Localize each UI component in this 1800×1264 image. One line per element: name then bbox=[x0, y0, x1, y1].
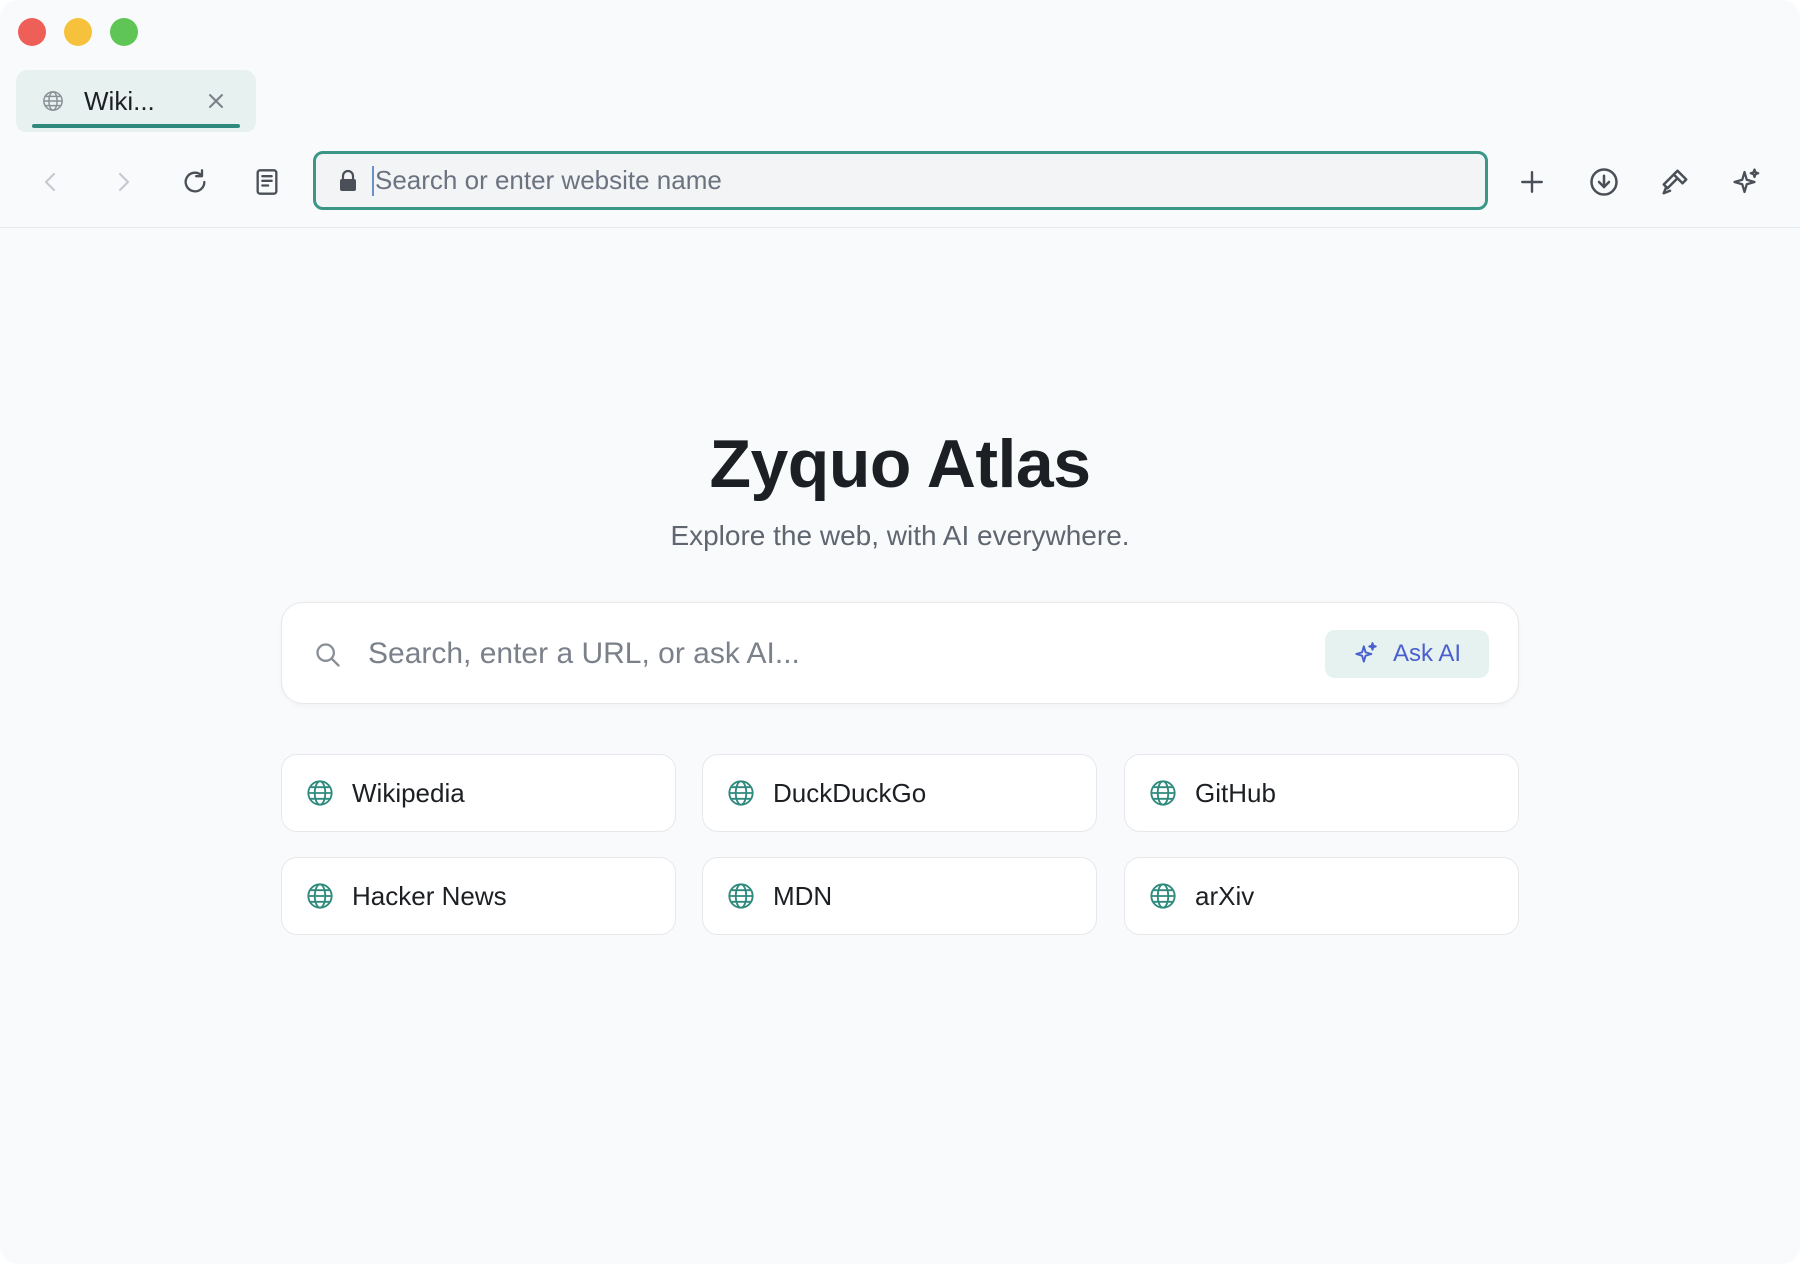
browser-window: Wiki... Search or enter website name Zyq… bbox=[0, 0, 1800, 1264]
quick-link-label: MDN bbox=[773, 880, 833, 911]
maximize-window-button[interactable] bbox=[110, 18, 138, 46]
back-button[interactable] bbox=[29, 160, 73, 204]
download-icon bbox=[1589, 167, 1619, 197]
quick-link-label: Hacker News bbox=[352, 880, 507, 911]
search-icon bbox=[314, 641, 342, 669]
home-search-box[interactable]: Ask AI bbox=[281, 602, 1519, 704]
tab-wikipedia[interactable]: Wiki... bbox=[16, 70, 256, 132]
globe-icon bbox=[1149, 882, 1177, 910]
globe-icon bbox=[727, 882, 755, 910]
close-window-button[interactable] bbox=[18, 18, 46, 46]
quick-link-github[interactable]: GitHub bbox=[1124, 754, 1519, 832]
ask-ai-button[interactable]: Ask AI bbox=[1325, 630, 1489, 678]
close-tab-icon[interactable] bbox=[202, 87, 230, 115]
document-icon bbox=[254, 168, 280, 196]
home-search-input[interactable] bbox=[368, 631, 1268, 677]
title-bar bbox=[0, 0, 1800, 66]
globe-icon bbox=[42, 90, 64, 112]
quick-links-grid: Wikipedia DuckDuckGo GitHub Hacker News … bbox=[281, 754, 1519, 938]
chevron-left-icon bbox=[39, 170, 63, 194]
ask-ai-label: Ask AI bbox=[1392, 640, 1462, 667]
quick-link-mdn[interactable]: MDN bbox=[702, 857, 1097, 935]
minimize-window-button[interactable] bbox=[64, 18, 92, 46]
text-cursor bbox=[372, 165, 374, 196]
forward-button[interactable] bbox=[101, 160, 145, 204]
address-bar[interactable] bbox=[313, 151, 1488, 210]
page-subtitle: Explore the web, with AI everywhere. bbox=[670, 520, 1130, 551]
reader-mode-button[interactable] bbox=[245, 160, 289, 204]
downloads-button[interactable] bbox=[1582, 160, 1626, 204]
page-title: Zyquo Atlas bbox=[709, 426, 1091, 502]
quick-link-hacker-news[interactable]: Hacker News bbox=[281, 857, 676, 935]
globe-icon bbox=[727, 779, 755, 807]
chevron-right-icon bbox=[111, 170, 135, 194]
active-tab-indicator bbox=[32, 124, 240, 128]
globe-icon bbox=[306, 882, 334, 910]
lock-icon bbox=[338, 169, 360, 193]
tab-strip: Wiki... bbox=[0, 66, 1800, 136]
reload-icon bbox=[181, 168, 209, 196]
tools-button[interactable] bbox=[1653, 160, 1697, 204]
quick-link-label: Wikipedia bbox=[352, 777, 465, 808]
reload-button[interactable] bbox=[173, 160, 217, 204]
globe-icon bbox=[306, 779, 334, 807]
quick-link-wikipedia[interactable]: Wikipedia bbox=[281, 754, 676, 832]
toolbar bbox=[0, 136, 1800, 228]
quick-link-arxiv[interactable]: arXiv bbox=[1124, 857, 1519, 935]
sparkle-icon bbox=[1353, 641, 1379, 667]
address-input[interactable] bbox=[375, 165, 1375, 196]
ai-assistant-button[interactable] bbox=[1725, 160, 1769, 204]
quick-link-duckduckgo[interactable]: DuckDuckGo bbox=[702, 754, 1097, 832]
quick-link-label: arXiv bbox=[1195, 880, 1255, 911]
new-tab-button[interactable] bbox=[1510, 160, 1554, 204]
sparkle-icon bbox=[1732, 167, 1762, 197]
quick-link-label: GitHub bbox=[1195, 777, 1276, 808]
hammer-icon bbox=[1660, 167, 1690, 197]
globe-icon bbox=[1149, 779, 1177, 807]
plus-icon bbox=[1519, 169, 1545, 195]
tab-title: Wiki... bbox=[84, 85, 155, 116]
quick-link-label: DuckDuckGo bbox=[773, 777, 927, 808]
